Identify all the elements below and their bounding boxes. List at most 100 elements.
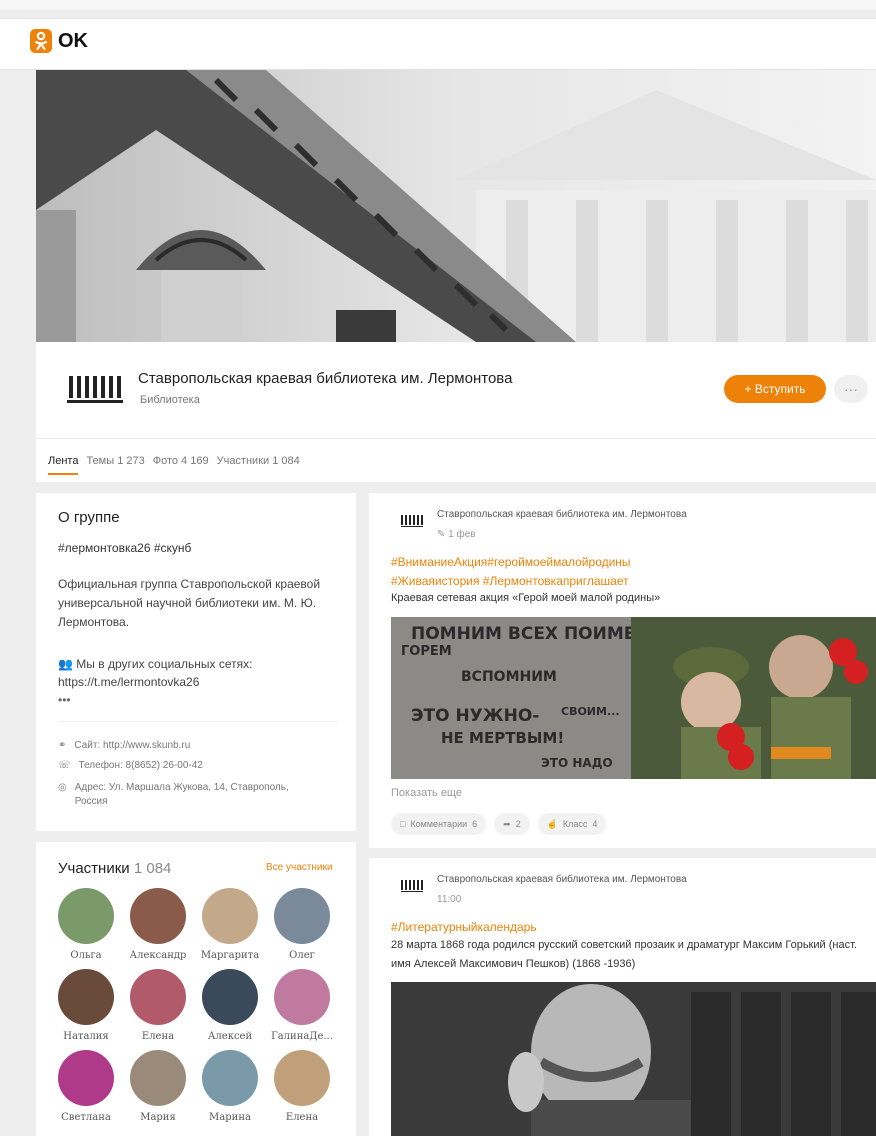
like-count: 4 — [592, 819, 598, 829]
member-name[interactable]: Алексей — [208, 1031, 252, 1042]
more-dots[interactable]: ••• — [58, 693, 71, 707]
show-more-link[interactable]: Показать еще — [391, 787, 462, 799]
member-item[interactable]: Маргарита — [194, 888, 266, 961]
member-item[interactable]: Ольга — [50, 888, 122, 961]
member-item[interactable]: Олег — [266, 888, 338, 961]
plaque-line-4: СВОИМ... — [561, 705, 620, 718]
post-tags-line1[interactable]: #ВниманиеАкция#героймоеймалойродины — [391, 555, 631, 569]
join-button[interactable]: + Вступить — [724, 375, 826, 403]
members-card: Участники 1 084 Все участники Ольга Алек… — [36, 842, 356, 1136]
member-name[interactable]: Олег — [289, 950, 315, 961]
tab-topics[interactable]: Темы 1 273 — [86, 455, 144, 475]
avatar[interactable] — [58, 1050, 114, 1106]
members-title: Участники 1 084 — [58, 860, 171, 877]
about-separator — [58, 721, 338, 722]
group-tabs: Лента Темы 1 273 Фото 4 169 Участники 1 … — [48, 455, 300, 475]
avatar[interactable] — [202, 1050, 258, 1106]
ok-logo-icon[interactable] — [30, 29, 52, 53]
link-icon: ⚭ — [58, 740, 67, 751]
post-text: Краевая сетевая акция «Герой моей малой … — [391, 592, 661, 604]
tab-members[interactable]: Участники 1 084 — [217, 455, 300, 475]
post-image[interactable]: ПОМНИМ ВСЕХ ПОИМЕННО, ГОРЕМ ВСПОМНИМ СВО… — [391, 617, 876, 779]
post-author[interactable]: Ставропольская краевая библиотека им. Ле… — [437, 509, 687, 520]
location-icon: ◎ — [58, 782, 67, 793]
member-item[interactable]: ГалинаДе... — [266, 969, 338, 1042]
member-item[interactable]: Алексей — [194, 969, 266, 1042]
members-grid: Ольга Александр Маргарита Олег Наталия Е… — [50, 888, 342, 1123]
group-avatar[interactable] — [58, 354, 130, 426]
divider — [36, 438, 876, 439]
comment-count: 6 — [472, 819, 478, 829]
tab-feed[interactable]: Лента — [48, 455, 79, 475]
share-count: 2 — [515, 819, 521, 829]
avatar[interactable] — [58, 888, 114, 944]
about-tags[interactable]: #лермонтовка26 #скунб — [58, 541, 191, 555]
post-card: Ставропольская краевая библиотека им. Ле… — [369, 858, 876, 1136]
member-name[interactable]: Наталия — [63, 1031, 109, 1042]
about-card: О группе #лермонтовка26 #скунб Официальн… — [36, 493, 356, 831]
plaque-line-6: НЕ МЕРТВЫМ! — [441, 729, 564, 747]
edit-icon: ✎ — [437, 529, 446, 540]
more-button[interactable]: ··· — [834, 375, 868, 403]
like-button[interactable]: ☝ Класс 4 — [537, 813, 607, 835]
member-item[interactable]: Светлана — [50, 1050, 122, 1123]
member-name[interactable]: Елена — [286, 1112, 318, 1123]
all-members-link[interactable]: Все участники — [266, 862, 332, 873]
member-item[interactable]: Елена — [266, 1050, 338, 1123]
member-name[interactable]: Мария — [140, 1112, 176, 1123]
member-name[interactable]: Марина — [209, 1112, 251, 1123]
avatar[interactable] — [58, 969, 114, 1025]
avatar[interactable] — [130, 1050, 186, 1106]
logo-text[interactable]: OK — [58, 30, 88, 53]
post-author[interactable]: Ставропольская краевая библиотека им. Ле… — [437, 874, 687, 885]
member-item[interactable]: Наталия — [50, 969, 122, 1042]
avatar[interactable] — [130, 969, 186, 1025]
phone-icon: ☏ — [58, 760, 71, 771]
avatar[interactable] — [274, 888, 330, 944]
comment-icon: □ — [400, 819, 406, 829]
member-name[interactable]: Светлана — [61, 1112, 111, 1123]
avatar[interactable] — [130, 888, 186, 944]
about-description: Официальная группа Ставропольской краево… — [58, 577, 321, 629]
people-icon: 👥 — [58, 657, 73, 671]
like-label: Класс — [562, 819, 588, 829]
avatar[interactable] — [202, 888, 258, 944]
post-author-avatar[interactable] — [399, 878, 427, 894]
phone-row: ☏ Телефон: 8(8652) 26-00-42 — [58, 759, 338, 773]
member-item[interactable]: Александр — [122, 888, 194, 961]
comment-button[interactable]: □ Комментарии 6 — [391, 813, 487, 835]
post-tags-line1[interactable]: #Литературныйкалендарь — [391, 920, 537, 934]
header: OK — [0, 18, 876, 70]
avatar[interactable] — [274, 1050, 330, 1106]
member-item[interactable]: Елена — [122, 969, 194, 1042]
about-title: О группе — [58, 509, 120, 526]
member-item[interactable]: Мария — [122, 1050, 194, 1123]
social-label: Мы в других социальных сетях: — [76, 657, 253, 671]
plaque-line-2: ГОРЕМ — [401, 644, 452, 659]
tab-photos[interactable]: Фото 4 169 — [153, 455, 209, 475]
comment-label: Комментарии — [410, 819, 468, 829]
member-item[interactable]: Марина — [194, 1050, 266, 1123]
member-name[interactable]: Елена — [142, 1031, 174, 1042]
social-link[interactable]: https://t.me/lermontovka26 — [58, 675, 199, 689]
member-name[interactable]: Ольга — [70, 950, 101, 961]
avatar[interactable] — [274, 969, 330, 1025]
plaque-line-7: ЭТО НАДО — [541, 756, 613, 770]
members-count: 1 084 — [133, 860, 172, 877]
social-block: 👥 Мы в других социальных сетях: https://… — [58, 655, 348, 691]
post-time: ✎ 1 фев — [437, 529, 476, 540]
post-tags-line2[interactable]: #Живаяистория #Лермонтовкаприглашает — [391, 574, 629, 588]
member-name[interactable]: Александр — [130, 950, 187, 961]
post-image[interactable] — [391, 982, 876, 1136]
avatar[interactable] — [202, 969, 258, 1025]
phone-text: Телефон: 8(8652) 26-00-42 — [78, 760, 203, 771]
post-time-text: 1 фев — [448, 529, 476, 540]
member-name[interactable]: Маргарита — [201, 950, 259, 961]
post-author-avatar[interactable] — [399, 513, 427, 529]
group-title[interactable]: Ставропольская краевая библиотека им. Ле… — [138, 370, 512, 387]
top-strip — [0, 0, 876, 10]
site-text[interactable]: Сайт: http://www.skunb.ru — [74, 739, 190, 753]
share-button[interactable]: ➦ 2 — [494, 813, 530, 835]
cover-image — [36, 70, 876, 342]
member-name[interactable]: ГалинаДе... — [271, 1031, 333, 1042]
